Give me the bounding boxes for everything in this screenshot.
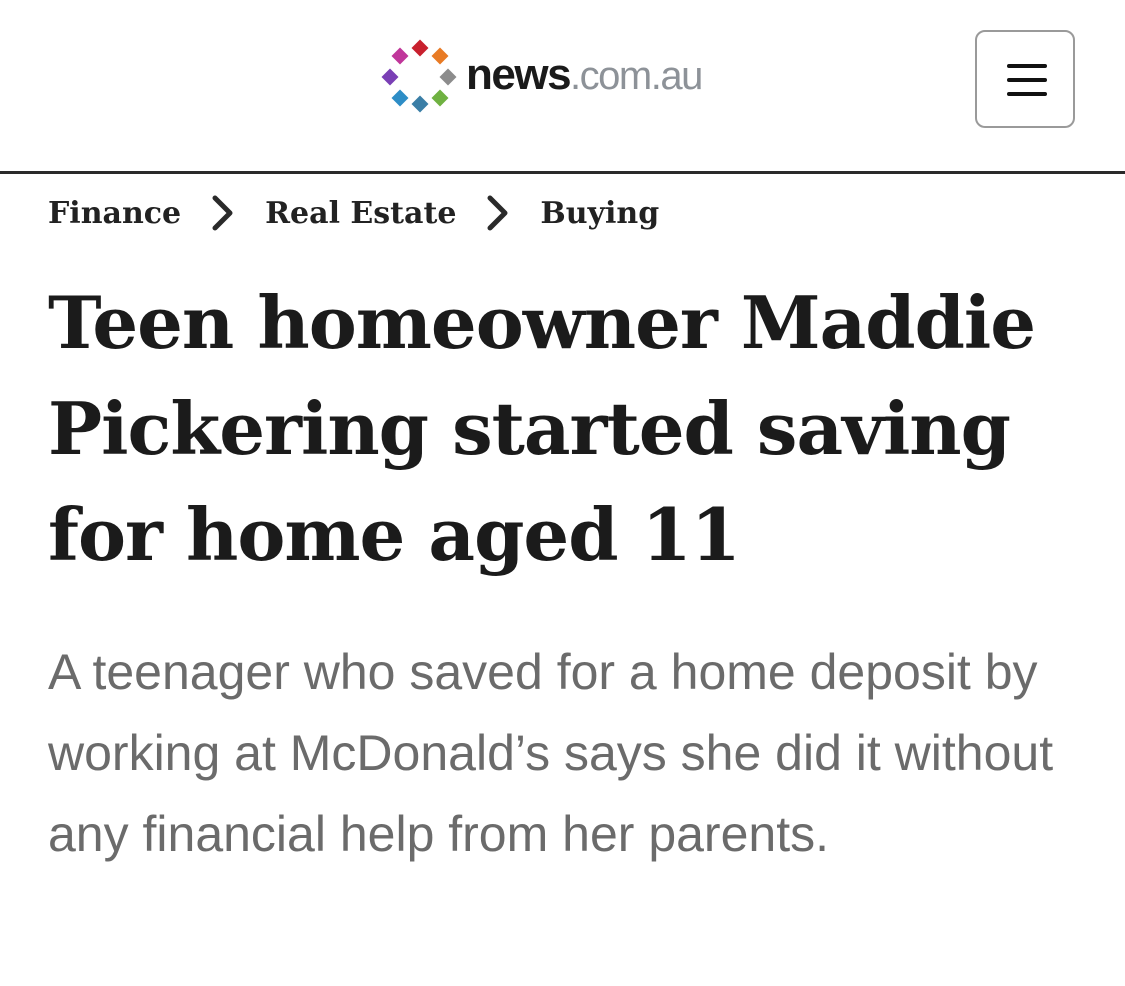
logo-dots-icon (380, 39, 458, 113)
breadcrumb-item-buying[interactable]: Buying (540, 196, 659, 231)
breadcrumb-item-finance[interactable]: Finance (48, 196, 181, 231)
menu-button[interactable] (975, 30, 1075, 128)
site-logo[interactable]: news.com.au (380, 39, 703, 113)
logo-brand: news (466, 50, 572, 99)
hamburger-icon (1007, 64, 1047, 68)
article-headline: Teen homeowner Maddie Pickering started … (48, 280, 1036, 577)
breadcrumb: Finance Real Estate Buying (48, 190, 659, 236)
site-header: news.com.au (0, 0, 1125, 174)
breadcrumb-item-real-estate[interactable]: Real Estate (265, 196, 456, 231)
logo-wordmark: news.com.au (466, 50, 703, 99)
chevron-right-icon (212, 195, 233, 231)
logo-tld: .com.au (570, 54, 703, 98)
article-standfirst: A teenager who saved for a home deposit … (48, 644, 1054, 862)
chevron-right-icon (487, 195, 508, 231)
